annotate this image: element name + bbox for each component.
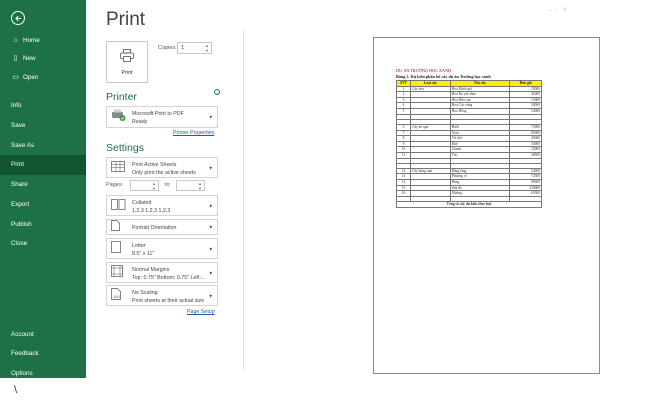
chevron-down-icon: ▼ [208, 293, 213, 298]
scaling-dropdown[interactable]: 100 No Scaling Print sheets at their act… [106, 285, 218, 306]
collation-sub: 1,2,3 1,2,3 1,2,3 [132, 208, 171, 214]
page-title: Print [106, 9, 146, 30]
chevron-down-icon: ▼ [208, 270, 213, 275]
pages-to-label: to [165, 182, 170, 188]
pages-label: Pages: [106, 182, 124, 188]
printer-heading: Printer [106, 91, 137, 103]
orientation-value: Portrait Orientation [132, 225, 177, 231]
spinner-arrows-icon[interactable]: ▲ ▼ [198, 181, 202, 191]
home-icon: ⌂ [13, 37, 18, 44]
collation-dropdown[interactable]: Collated 1,2,3 1,2,3 1,2,3 ▼ [106, 195, 218, 216]
chevron-down-icon: ▼ [208, 246, 213, 251]
new-doc-icon: ▯ [13, 55, 18, 62]
nav-item-save-as[interactable]: Save As [0, 136, 86, 156]
nav-item-print[interactable]: Print [0, 155, 86, 175]
table-footer-cell: Tổng số cây dự kiến theo loại [396, 201, 542, 208]
portrait-page-icon [111, 218, 120, 236]
margins-title: Normal Margins [132, 267, 170, 273]
preview-heading-2: Bảng 5. Dự kiến phân bổ cây dự án Trường… [396, 74, 491, 79]
pane-divider [243, 30, 244, 370]
nav-item-publish[interactable]: Publish [0, 215, 86, 235]
spinner-arrows-icon[interactable]: ▲ ▼ [152, 181, 156, 191]
chevron-down-icon: ▼ [208, 203, 213, 208]
print-what-title: Print Active Sheets [132, 162, 177, 168]
svg-text:100: 100 [113, 294, 120, 299]
scaling-sub: Print sheets at their actual size [132, 298, 205, 304]
nav-item-close[interactable]: Close [0, 234, 86, 254]
copies-label: Copies: [158, 45, 177, 51]
preview-table: STT Loại cây Tên cây Đơn giá 1 Cây hoa Hoa… [396, 80, 542, 208]
nav-item-open[interactable]: ▭ Open [0, 68, 86, 88]
pages-to-input[interactable]: ▲ ▼ [176, 180, 205, 191]
chevron-down-icon: ▼ [208, 165, 213, 170]
page-setup-link[interactable]: Page Setup [187, 309, 215, 315]
nav-item-export[interactable]: Export [0, 195, 86, 215]
copies-value: 1 [181, 45, 185, 51]
stray-backslash: \ [14, 384, 18, 396]
info-icon[interactable]: i [214, 89, 220, 95]
collated-pages-icon [111, 197, 126, 215]
nav-item-share[interactable]: Share [0, 175, 86, 195]
window-controls-icon: – ▫ ✕ [548, 7, 569, 14]
back-arrow-icon[interactable] [11, 11, 25, 25]
printer-name: Microsoft Print to PDF [132, 111, 184, 117]
table-footer-row: Tổng số cây dự kiến theo loại [396, 201, 542, 208]
nav-item-account[interactable]: Account [0, 325, 86, 345]
print-what-dropdown[interactable]: Print Active Sheets Only print the activ… [106, 157, 218, 178]
copies-stepper[interactable]: 1 ▲ ▼ [177, 42, 212, 54]
nav-item-home[interactable]: ⌂ Home [0, 31, 86, 51]
printer-status: Ready [132, 119, 148, 125]
chevron-down-icon: ▼ [208, 224, 213, 230]
nav-item-options[interactable]: Options [0, 363, 86, 378]
nav-item-info[interactable]: Info [0, 96, 86, 116]
scaling-page-icon: 100 [111, 287, 121, 305]
print-button[interactable]: Print [106, 41, 148, 83]
backstage-nav: ⌂ Home ▯ New ▭ Open Info Save Save As Print… [0, 0, 86, 378]
preview-heading-1: DỰ ÁN TRƯỜNG HỌC XANH [396, 68, 452, 73]
printer-status-icon [111, 108, 126, 126]
spinner-arrows-icon[interactable]: ▲ ▼ [205, 43, 209, 53]
collation-title: Collated [132, 200, 152, 206]
scaling-title: No Scaling [132, 290, 158, 296]
nav-item-new[interactable]: ▯ New [0, 49, 86, 69]
paper-size-dropdown[interactable]: Letter 8.5" x 11" ▼ [106, 238, 218, 259]
margins-icon [111, 264, 123, 282]
print-what-sub: Only print the active sheets [132, 170, 196, 176]
chevron-down-icon: ▼ [208, 114, 213, 120]
nav-item-save[interactable]: Save [0, 116, 86, 136]
printer-properties-link[interactable]: Printer Properties [173, 130, 214, 136]
margins-dropdown[interactable]: Normal Margins Top: 0.75" Bottom: 0.75" … [106, 262, 218, 283]
preview-sheet: DỰ ÁN TRƯỜNG HỌC XANH Bảng 5. Dự kiến ph… [396, 68, 566, 208]
orientation-dropdown[interactable]: Portrait Orientation ▼ [106, 219, 218, 235]
paper-size-icon [111, 240, 121, 258]
sheet-grid-icon [111, 159, 125, 177]
pages-from-input[interactable]: ▲ ▼ [130, 180, 159, 191]
folder-open-icon: ▭ [12, 74, 19, 81]
printer-dropdown[interactable]: Microsoft Print to PDF Ready ▼ [106, 106, 218, 128]
print-preview-page: DỰ ÁN TRƯỜNG HỌC XANH Bảng 5. Dự kiến ph… [373, 37, 600, 374]
printer-icon [120, 49, 134, 62]
nav-item-feedback[interactable]: Feedback [0, 344, 86, 364]
margins-sub: Top: 0.75" Bottom: 0.75" Left:... [132, 275, 206, 281]
print-button-label: Print [121, 70, 133, 76]
paper-size-title: Letter [132, 243, 146, 249]
settings-heading: Settings [106, 142, 144, 154]
paper-size-sub: 8.5" x 11" [132, 251, 155, 257]
